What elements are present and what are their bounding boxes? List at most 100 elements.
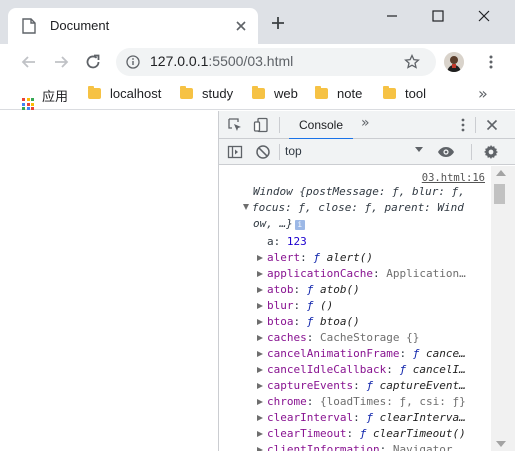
back-icon[interactable] (20, 53, 38, 71)
property-row[interactable]: alert: ƒ alert() (257, 250, 489, 266)
bookmark-label: web (274, 86, 298, 101)
tab-console[interactable]: Console (289, 111, 353, 140)
property-row[interactable]: clientInformation: Navigator … (257, 442, 489, 451)
info-icon[interactable] (126, 55, 140, 69)
property-row[interactable]: atob: ƒ atob() (257, 282, 489, 298)
close-icon[interactable] (234, 19, 248, 33)
property-key: a (267, 235, 274, 248)
sidebar-toggle-icon[interactable] (227, 144, 243, 160)
bookmark-label: note (337, 86, 363, 101)
bookmark-note[interactable]: note (315, 86, 362, 104)
customize-menu-icon[interactable] (455, 117, 471, 133)
scrollbar-thumb[interactable] (494, 184, 505, 204)
bookmark-apps[interactable]: 应用 (22, 86, 68, 110)
function-marker: ƒ (306, 299, 320, 312)
property-key: clearTimeout (267, 427, 347, 440)
window-close-icon[interactable] (476, 8, 492, 24)
property-key: cancelIdleCallback (267, 363, 387, 376)
device-toolbar-icon[interactable] (253, 117, 269, 133)
bookmark-tool[interactable]: tool (383, 86, 426, 104)
folder-icon (180, 86, 193, 99)
eye-icon[interactable] (437, 144, 455, 160)
expand-triangle-icon[interactable] (257, 447, 263, 451)
property-key: chrome (267, 395, 307, 408)
divider (475, 117, 476, 133)
function-marker: ƒ (306, 315, 320, 328)
property-key: btoa (267, 315, 294, 328)
property-value: CacheStorage {} (320, 331, 420, 344)
property-row[interactable]: blur: ƒ () (257, 298, 489, 314)
avatar[interactable] (444, 52, 464, 72)
expand-triangle-icon[interactable] (257, 335, 263, 341)
divider (279, 117, 280, 133)
new-tab-icon[interactable] (271, 16, 285, 30)
expand-triangle-icon[interactable] (257, 367, 263, 373)
property-row[interactable]: cancelIdleCallback: ƒ cancelI… (257, 362, 489, 378)
expand-triangle-icon[interactable] (257, 255, 263, 261)
property-value: captureEvent… (379, 379, 466, 392)
property-value: 123 (286, 235, 307, 248)
url-host: 127.0.0.1 (150, 53, 209, 69)
property-value: clearTimeout() (372, 427, 466, 440)
expand-triangle-icon[interactable] (257, 399, 263, 405)
maximize-icon[interactable] (430, 8, 446, 24)
profile-picture-icon (444, 52, 464, 72)
expand-triangle-icon[interactable] (257, 351, 263, 357)
property-row[interactable]: applicationCache: Application… (257, 266, 489, 282)
expand-triangle-icon[interactable] (257, 287, 263, 293)
scroll-down-icon[interactable] (496, 441, 506, 447)
folder-icon (252, 86, 265, 99)
address-toolbar: 127.0.0.1:5500/03.html (0, 44, 515, 80)
bookmarks-overflow-button[interactable]: » (478, 84, 488, 103)
function-marker: ƒ (306, 283, 320, 296)
property-row[interactable]: cancelAnimationFrame: ƒ cance… (257, 346, 489, 362)
property-row[interactable]: clearInterval: ƒ clearInterva… (257, 410, 489, 426)
property-key: atob (267, 283, 294, 296)
property-row[interactable]: clearTimeout: ƒ clearTimeout() (257, 426, 489, 442)
property-row[interactable]: captureEvents: ƒ captureEvent… (257, 378, 489, 394)
bookmark-label: study (202, 86, 234, 101)
property-value: {loadTimes: ƒ, csi: ƒ} (320, 395, 466, 408)
more-tabs-button[interactable]: » (361, 115, 370, 131)
url-path: :5500/03.html (208, 53, 294, 69)
property-row[interactable]: btoa: ƒ btoa() (257, 314, 489, 330)
clear-console-icon[interactable] (255, 144, 271, 160)
expand-triangle-icon[interactable] (257, 383, 263, 389)
window-summary-line: Window {postMessage: ƒ, blur: ƒ, (253, 185, 465, 198)
scroll-up-icon[interactable] (496, 170, 506, 176)
menu-icon[interactable] (483, 54, 499, 70)
console-output: 03.html:16 Window {postMessage: ƒ, blur:… (219, 166, 491, 451)
gear-icon[interactable] (483, 144, 499, 160)
bookmark-label: tool (405, 86, 426, 101)
bookmark-study[interactable]: study (180, 86, 233, 104)
browser-tab[interactable]: Document (8, 8, 258, 44)
bookmark-star-icon[interactable] (404, 54, 420, 70)
divider (279, 144, 280, 160)
console-scrollbar[interactable] (491, 166, 515, 451)
tab-title: Document (50, 18, 110, 33)
reload-icon[interactable] (84, 53, 102, 71)
property-value: Navigator … (392, 443, 466, 451)
expand-triangle-icon[interactable] (257, 319, 263, 325)
bookmark-localhost[interactable]: localhost (88, 86, 161, 104)
property-key: applicationCache (267, 267, 373, 280)
window-summary-line[interactable]: focus: ƒ, close: ƒ, parent: Wind (243, 200, 464, 216)
property-row[interactable]: chrome: {loadTimes: ƒ, csi: ƒ} (257, 394, 489, 410)
property-key: clientInformation (267, 443, 380, 451)
forward-icon[interactable] (52, 53, 70, 71)
minimize-icon[interactable] (384, 8, 400, 24)
address-bar[interactable]: 127.0.0.1:5500/03.html (116, 48, 436, 76)
expand-triangle-icon[interactable] (257, 271, 263, 277)
close-devtools-icon[interactable] (484, 117, 500, 133)
expand-triangle-icon[interactable] (257, 431, 263, 437)
property-value: Application… (386, 267, 466, 280)
bookmark-web[interactable]: web (252, 86, 298, 104)
property-row[interactable]: caches: CacheStorage {} (257, 330, 489, 346)
expand-triangle-icon[interactable] (257, 303, 263, 309)
function-marker: ƒ (412, 347, 426, 360)
expand-triangle-icon[interactable] (243, 204, 249, 210)
context-selector[interactable]: top (285, 144, 423, 160)
property-key: captureEvents (267, 379, 354, 392)
inspect-element-icon[interactable] (227, 117, 243, 133)
expand-triangle-icon[interactable] (257, 415, 263, 421)
